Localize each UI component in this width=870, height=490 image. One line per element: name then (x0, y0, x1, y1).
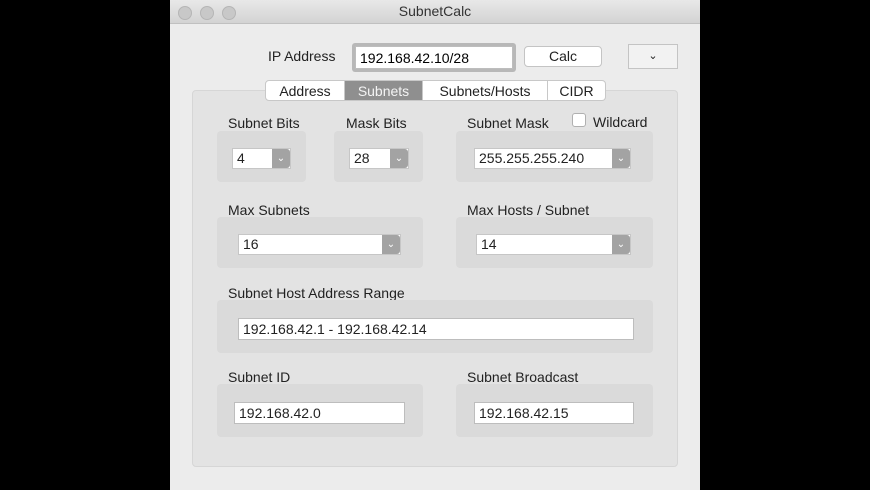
broadcast-label: Subnet Broadcast (467, 369, 579, 385)
app-window: SubnetCalc IP Address Calc ⌄ Address Sub… (170, 0, 700, 490)
chevron-down-icon[interactable]: ⌄ (628, 44, 678, 69)
title-bar: SubnetCalc (170, 0, 700, 24)
max-subnets-select[interactable]: 16 ⌄ (238, 234, 401, 255)
subnet-id-field[interactable]: 192.168.42.0 (234, 402, 405, 424)
calc-button[interactable]: Calc (524, 46, 602, 67)
close-button[interactable] (178, 6, 192, 20)
host-range-label: Subnet Host Address Range (228, 285, 405, 301)
broadcast-field[interactable]: 192.168.42.15 (474, 402, 634, 424)
chevron-down-icon: ⌄ (390, 149, 408, 168)
max-hosts-label: Max Hosts / Subnet (467, 202, 590, 218)
ip-address-input[interactable] (355, 46, 513, 69)
max-hosts-select[interactable]: 14 ⌄ (476, 234, 631, 255)
ip-address-label: IP Address (268, 48, 336, 64)
subnet-bits-label: Subnet Bits (228, 115, 300, 131)
subnet-bits-value: 4 (237, 150, 245, 166)
minimize-button[interactable] (200, 6, 214, 20)
subnet-mask-label: Subnet Mask (467, 115, 549, 131)
chevron-down-icon: ⌄ (612, 149, 630, 168)
wildcard-label: Wildcard (593, 114, 648, 130)
tab-subnets-hosts[interactable]: Subnets/Hosts (423, 80, 548, 101)
max-subnets-label: Max Subnets (228, 202, 310, 218)
subnet-bits-select[interactable]: 4 ⌄ (232, 148, 291, 169)
mask-bits-value: 28 (354, 150, 370, 166)
tab-cidr[interactable]: CIDR (548, 80, 606, 101)
window-title: SubnetCalc (398, 3, 472, 19)
subnet-mask-select[interactable]: 255.255.255.240 ⌄ (474, 148, 631, 169)
mask-bits-label: Mask Bits (346, 115, 407, 131)
chevron-down-icon: ⌄ (382, 235, 400, 254)
mask-bits-select[interactable]: 28 ⌄ (349, 148, 409, 169)
subnet-id-label: Subnet ID (228, 369, 291, 385)
host-range-field[interactable]: 192.168.42.1 - 192.168.42.14 (238, 318, 634, 340)
tab-subnets[interactable]: Subnets (345, 80, 423, 101)
max-hosts-value: 14 (481, 236, 497, 252)
zoom-button[interactable] (222, 6, 236, 20)
max-subnets-value: 16 (243, 236, 259, 252)
chevron-down-icon: ⌄ (272, 149, 290, 168)
chevron-down-icon: ⌄ (612, 235, 630, 254)
wildcard-checkbox[interactable] (572, 113, 586, 127)
subnet-mask-value: 255.255.255.240 (479, 150, 585, 166)
tab-address[interactable]: Address (265, 80, 345, 101)
